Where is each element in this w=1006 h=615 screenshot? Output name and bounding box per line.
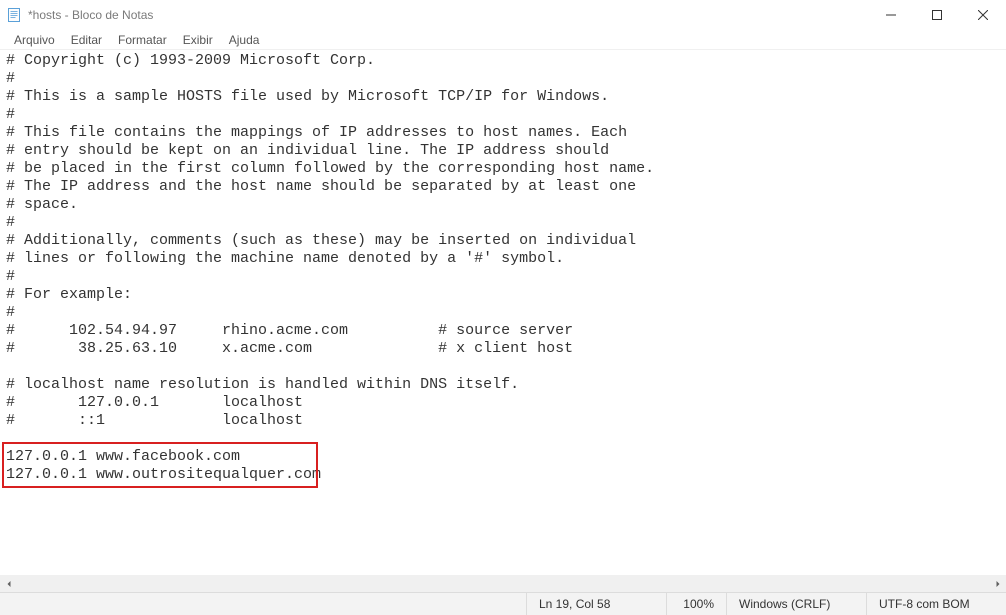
menu-format[interactable]: Formatar	[110, 31, 175, 49]
status-encoding: UTF-8 com BOM	[866, 593, 1006, 615]
menu-help[interactable]: Ajuda	[221, 31, 268, 49]
maximize-button[interactable]	[914, 0, 960, 30]
window-controls	[868, 0, 1006, 30]
status-line-ending: Windows (CRLF)	[726, 593, 866, 615]
text-editor[interactable]: # Copyright (c) 1993-2009 Microsoft Corp…	[0, 50, 1006, 574]
horizontal-scrollbar[interactable]	[0, 575, 1006, 592]
menu-edit[interactable]: Editar	[63, 31, 110, 49]
scroll-left-icon[interactable]	[0, 575, 17, 592]
menu-file[interactable]: Arquivo	[6, 31, 63, 49]
notepad-icon	[6, 7, 22, 23]
statusbar: Ln 19, Col 58 100% Windows (CRLF) UTF-8 …	[0, 592, 1006, 615]
editor-area: # Copyright (c) 1993-2009 Microsoft Corp…	[0, 50, 1006, 592]
menubar: Arquivo Editar Formatar Exibir Ajuda	[0, 30, 1006, 50]
titlebar: *hosts - Bloco de Notas	[0, 0, 1006, 30]
status-cursor-position: Ln 19, Col 58	[526, 593, 666, 615]
scroll-track[interactable]	[17, 575, 989, 592]
scroll-right-icon[interactable]	[989, 575, 1006, 592]
status-spacer	[0, 593, 526, 615]
status-zoom: 100%	[666, 593, 726, 615]
window-title: *hosts - Bloco de Notas	[28, 8, 153, 22]
menu-view[interactable]: Exibir	[175, 31, 221, 49]
close-button[interactable]	[960, 0, 1006, 30]
minimize-button[interactable]	[868, 0, 914, 30]
